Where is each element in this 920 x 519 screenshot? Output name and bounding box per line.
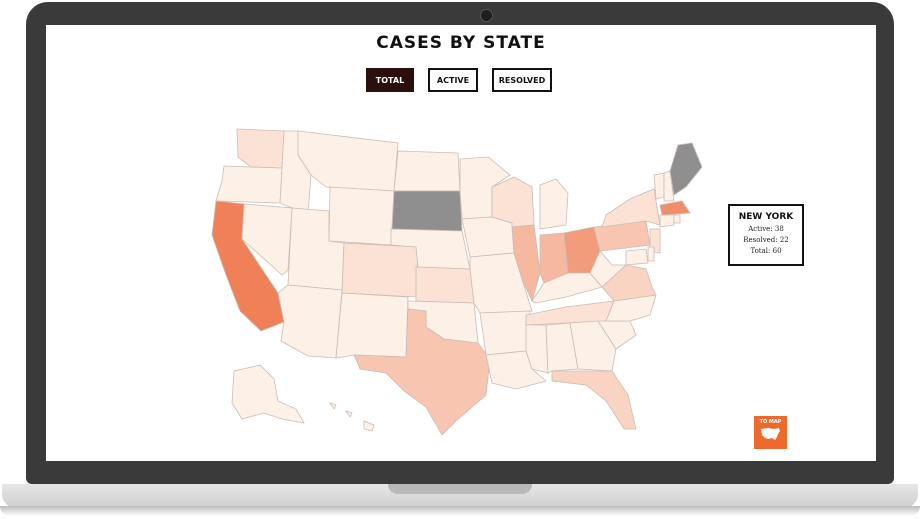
state-kansas[interactable] <box>415 266 475 304</box>
laptop-notch <box>388 484 532 494</box>
state-wyoming[interactable] <box>328 186 395 246</box>
state-washington[interactable] <box>236 128 285 169</box>
webcam-icon <box>480 9 493 22</box>
state-hawaii[interactable] <box>329 402 375 432</box>
state-florida[interactable] <box>551 370 637 430</box>
state-massachusetts[interactable] <box>659 200 691 216</box>
to-map-label: TO MAP <box>759 419 782 425</box>
state-montana[interactable] <box>297 130 399 192</box>
state-rhode-island[interactable] <box>673 214 681 224</box>
usa-map-icon <box>761 428 780 440</box>
laptop-shadow <box>0 506 920 516</box>
state-arizona[interactable] <box>277 284 343 359</box>
state-info-card: NEW YORK Active: 38 Resolved: 22 Total: … <box>728 204 804 266</box>
state-alaska[interactable] <box>231 364 305 424</box>
state-south-dakota[interactable] <box>391 190 463 232</box>
state-vermont[interactable] <box>653 172 665 200</box>
state-maryland[interactable] <box>625 248 649 266</box>
state-connecticut[interactable] <box>659 214 675 228</box>
state-maine[interactable] <box>669 142 703 196</box>
state-michigan[interactable] <box>539 178 569 230</box>
state-north-dakota[interactable] <box>393 150 461 192</box>
state-delaware[interactable] <box>647 246 655 262</box>
info-card-resolved: Resolved: 22 <box>743 236 789 244</box>
to-map-button[interactable]: TO MAP <box>754 416 787 449</box>
app-screen: CASES BY STATE TOTAL ACTIVE RESOLVED NEW… <box>46 25 876 461</box>
info-card-active: Active: 38 <box>748 225 784 233</box>
info-card-total: Total: 60 <box>750 247 782 255</box>
state-oregon[interactable] <box>215 165 283 204</box>
state-new-mexico[interactable] <box>335 292 409 359</box>
state-colorado[interactable] <box>341 242 419 298</box>
info-card-state: NEW YORK <box>738 212 794 222</box>
state-iowa[interactable] <box>461 216 515 258</box>
state-arkansas[interactable] <box>479 310 531 356</box>
state-new-york[interactable] <box>601 188 661 228</box>
